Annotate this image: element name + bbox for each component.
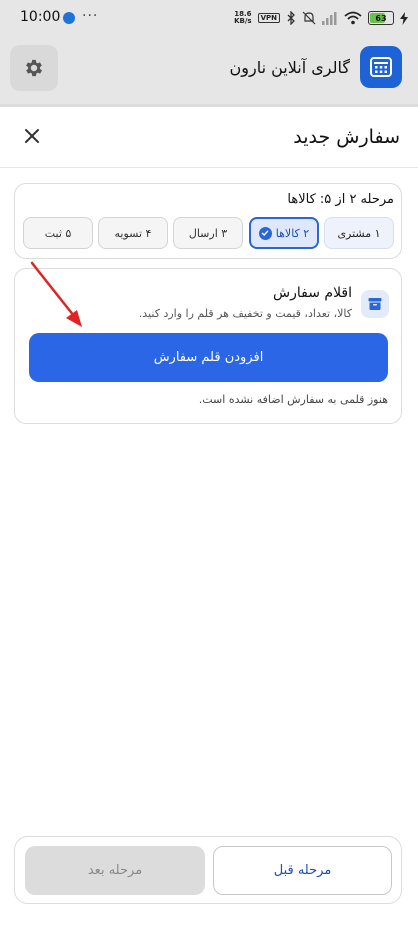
settings-button[interactable] (10, 45, 58, 91)
empty-items-message: هنوز قلمی به سفارش اضافه نشده است. (198, 393, 388, 406)
step-customer[interactable]: ۱ مشتری (324, 217, 394, 249)
wifi-icon (344, 11, 362, 25)
charging-icon (400, 11, 408, 25)
close-icon (25, 129, 39, 143)
app-logo (360, 46, 402, 88)
step-progress-label: مرحله ۲ از ۵: کالاها (287, 192, 394, 207)
mute-icon (302, 11, 316, 25)
cash-register-icon (370, 57, 392, 77)
network-speed: 18.6 KB/s (234, 10, 252, 25)
close-button[interactable] (20, 124, 44, 148)
order-items-subtitle: کالا، تعداد، قیمت و تخفیف هر قلم را وارد… (138, 307, 352, 320)
step-submit[interactable]: ۵ ثبت (23, 217, 93, 249)
gear-icon (26, 59, 42, 77)
signal-icon (322, 11, 337, 25)
add-order-item-button[interactable]: افزودن قلم سفارش (29, 333, 388, 382)
bluetooth-icon (287, 11, 295, 25)
battery-icon: 63 (368, 11, 394, 25)
app-bar (0, 36, 418, 107)
status-icons: 18.6 KB/s VPN 63 (234, 8, 408, 28)
previous-step-button[interactable]: مرحله قبل (213, 846, 392, 895)
status-time: 10:00 (20, 9, 61, 25)
archive-icon (361, 290, 389, 318)
vpn-icon: VPN (257, 13, 280, 23)
order-items-title: اقلام سفارش (273, 285, 352, 301)
step-shipping[interactable]: ۳ ارسال (173, 217, 243, 249)
notification-icon (63, 12, 75, 24)
step-settlement[interactable]: ۴ تسویه (98, 217, 168, 249)
divider (0, 167, 418, 168)
app-title: گالری آنلاین نارون (229, 58, 351, 77)
more-notifications-icon: ··· (82, 8, 99, 24)
check-icon (258, 226, 272, 240)
step-items[interactable]: ۲ کالاها (249, 217, 319, 249)
next-step-button[interactable]: مرحله بعد (25, 846, 205, 895)
sheet-title: سفارش جدید (293, 126, 400, 148)
